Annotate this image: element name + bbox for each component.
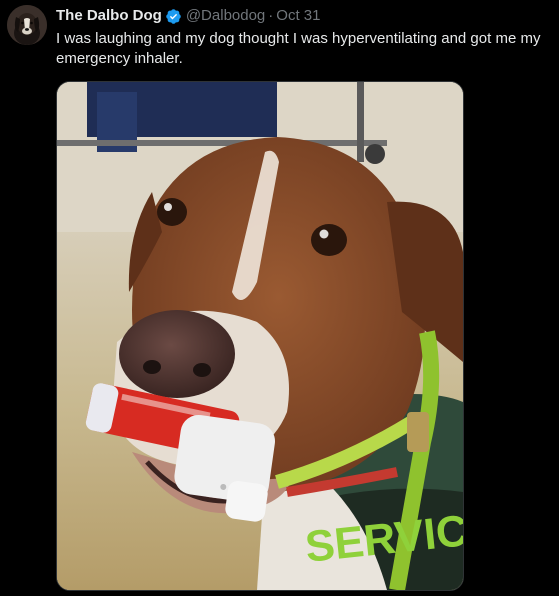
- user-handle[interactable]: @Dalbodog: [186, 6, 265, 26]
- verified-badge-icon: [165, 8, 182, 25]
- tweet: The Dalbo Dog @Dalbodog · Oct 31 I was l…: [0, 0, 559, 596]
- separator-dot: ·: [268, 7, 274, 24]
- dog-photo: SERVICE: [57, 82, 463, 590]
- tweet-header: The Dalbo Dog @Dalbodog · Oct 31: [56, 6, 320, 26]
- display-name[interactable]: The Dalbo Dog: [56, 6, 162, 26]
- tweet-media-photo[interactable]: SERVICE: [56, 81, 464, 591]
- avatar[interactable]: [7, 5, 47, 45]
- dog-avatar-icon: [7, 5, 47, 45]
- tweet-text: I was laughing and my dog thought I was …: [56, 30, 541, 67]
- tweet-timestamp[interactable]: Oct 31: [276, 6, 320, 26]
